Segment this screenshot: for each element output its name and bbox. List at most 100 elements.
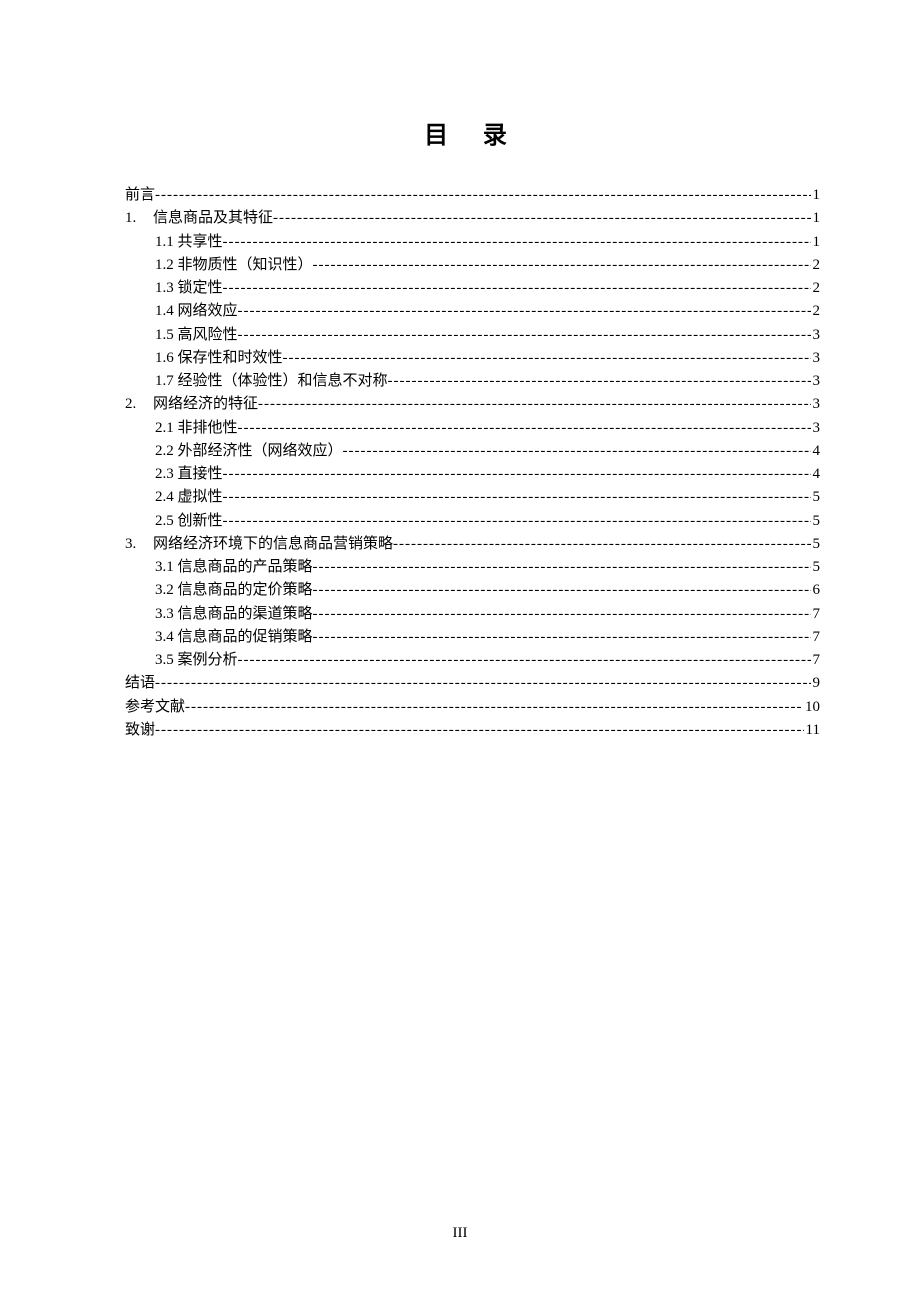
toc-entry-page: 2 (811, 300, 821, 323)
toc-entry-label: 网络经济环境下的信息商品营销策略 (153, 533, 393, 556)
toc-entry[interactable]: 1.3 锁定性 2 (125, 277, 820, 300)
toc-entry-label: 2.5 创新性 (155, 510, 223, 533)
toc-entry[interactable]: 2.网络经济的特征 3 (125, 393, 820, 416)
toc-entry[interactable]: 2.1 非排他性 3 (125, 417, 820, 440)
toc-leader-dots (273, 207, 810, 230)
toc-entry-label: 1.3 锁定性 (155, 277, 223, 300)
toc-entry-label: 3.3 信息商品的渠道策略 (155, 603, 313, 626)
toc-entry-page: 1 (811, 184, 821, 207)
toc-leader-dots (155, 672, 810, 695)
toc-entry[interactable]: 致谢 11 (125, 719, 820, 742)
toc-leader-dots (223, 231, 811, 254)
toc-leader-dots (155, 184, 810, 207)
toc-entry-page: 3 (811, 347, 821, 370)
toc-entry-page: 1 (811, 231, 821, 254)
toc-entry-label: 1.1 共享性 (155, 231, 223, 254)
toc-entry-label: 3.1 信息商品的产品策略 (155, 556, 313, 579)
toc-entry-label: 1.7 经验性（体验性）和信息不对称 (155, 370, 388, 393)
toc-entry-label: 1.6 保存性和时效性 (155, 347, 283, 370)
toc-entry-label: 2.2 外部经济性（网络效应） (155, 440, 343, 463)
toc-title: 目 录 (125, 115, 820, 150)
toc-leader-dots (313, 579, 811, 602)
toc-entry-page: 6 (811, 579, 821, 602)
toc-entry[interactable]: 参考文献 10 (125, 696, 820, 719)
toc-leader-dots (238, 324, 811, 347)
toc-entry-page: 7 (811, 603, 821, 626)
toc-entry[interactable]: 1.5 高风险性 3 (125, 324, 820, 347)
toc-entry-page: 7 (811, 649, 821, 672)
toc-leader-dots (313, 254, 811, 277)
toc-entry-page: 10 (803, 696, 820, 719)
document-page: 目 录 前言 11.信息商品及其特征 11.1 共享性11.2 非物质性（知识性… (0, 0, 920, 742)
toc-entry-page: 3 (811, 324, 821, 347)
toc-leader-dots (185, 696, 803, 719)
toc-entry[interactable]: 3.1 信息商品的产品策略 5 (125, 556, 820, 579)
toc-entry-page: 3 (811, 417, 821, 440)
toc-entry-label: 致谢 (125, 719, 155, 742)
toc-entry-page: 3 (811, 393, 821, 416)
toc-leader-dots (313, 603, 811, 626)
toc-entry[interactable]: 2.4 虚拟性 5 (125, 486, 820, 509)
toc-entry-page: 5 (811, 510, 821, 533)
page-number-footer: III (0, 1225, 920, 1242)
toc-entry[interactable]: 2.3 直接性 4 (125, 463, 820, 486)
toc-entry-label: 信息商品及其特征 (153, 207, 273, 230)
toc-entry-page: 4 (811, 440, 821, 463)
toc-entry-number: 2. (125, 393, 153, 416)
toc-leader-dots (258, 393, 810, 416)
toc-leader-dots (238, 300, 811, 323)
toc-entry[interactable]: 1.4 网络效应 2 (125, 300, 820, 323)
toc-leader-dots (388, 370, 811, 393)
toc-entry-page: 7 (811, 626, 821, 649)
toc-entry-label: 前言 (125, 184, 155, 207)
toc-entry-label: 网络经济的特征 (153, 393, 258, 416)
toc-entry[interactable]: 1.信息商品及其特征 1 (125, 207, 820, 230)
toc-entry-page: 11 (804, 719, 820, 742)
toc-entry[interactable]: 3.5 案例分析 7 (125, 649, 820, 672)
toc-entry-label: 3.2 信息商品的定价策略 (155, 579, 313, 602)
toc-entry-page: 2 (811, 277, 821, 300)
toc-entry[interactable]: 3.网络经济环境下的信息商品营销策略 5 (125, 533, 820, 556)
toc-entry-label: 3.5 案例分析 (155, 649, 238, 672)
toc-entry[interactable]: 结语 9 (125, 672, 820, 695)
toc-entry[interactable]: 1.2 非物质性（知识性）2 (125, 254, 820, 277)
toc-entry-label: 参考文献 (125, 696, 185, 719)
toc-leader-dots (313, 556, 811, 579)
toc-entry-page: 5 (811, 556, 821, 579)
toc-leader-dots (393, 533, 810, 556)
toc-entry-page: 1 (811, 207, 821, 230)
toc-entry-page: 9 (811, 672, 821, 695)
toc-entry-page: 5 (811, 486, 821, 509)
toc-leader-dots (238, 417, 811, 440)
toc-entry[interactable]: 3.2 信息商品的定价策略 6 (125, 579, 820, 602)
toc-leader-dots (223, 486, 811, 509)
toc-leader-dots (223, 277, 811, 300)
toc-entry-label: 2.1 非排他性 (155, 417, 238, 440)
toc-leader-dots (283, 347, 811, 370)
toc-entry[interactable]: 1.1 共享性 1 (125, 231, 820, 254)
toc-leader-dots (238, 649, 811, 672)
toc-leader-dots (223, 510, 811, 533)
toc-leader-dots (313, 626, 811, 649)
toc-leader-dots (223, 463, 811, 486)
toc-entry-label: 1.5 高风险性 (155, 324, 238, 347)
toc-entry[interactable]: 2.5 创新性 5 (125, 510, 820, 533)
toc-entry[interactable]: 1.6 保存性和时效性 3 (125, 347, 820, 370)
toc-entry-label: 结语 (125, 672, 155, 695)
toc-entry-label: 2.4 虚拟性 (155, 486, 223, 509)
table-of-contents: 前言 11.信息商品及其特征 11.1 共享性11.2 非物质性（知识性）21.… (125, 184, 820, 742)
toc-entry-label: 2.3 直接性 (155, 463, 223, 486)
toc-entry[interactable]: 前言 1 (125, 184, 820, 207)
toc-entry-number: 1. (125, 207, 153, 230)
toc-leader-dots (343, 440, 811, 463)
toc-entry-page: 3 (811, 370, 821, 393)
toc-entry[interactable]: 3.3 信息商品的渠道策略 7 (125, 603, 820, 626)
toc-entry-label: 1.4 网络效应 (155, 300, 238, 323)
toc-entry-page: 4 (811, 463, 821, 486)
toc-entry-number: 3. (125, 533, 153, 556)
toc-entry[interactable]: 1.7 经验性（体验性）和信息不对称 3 (125, 370, 820, 393)
toc-entry[interactable]: 3.4 信息商品的促销策略7 (125, 626, 820, 649)
toc-leader-dots (155, 719, 804, 742)
toc-entry-page: 5 (811, 533, 821, 556)
toc-entry[interactable]: 2.2 外部经济性（网络效应） 4 (125, 440, 820, 463)
